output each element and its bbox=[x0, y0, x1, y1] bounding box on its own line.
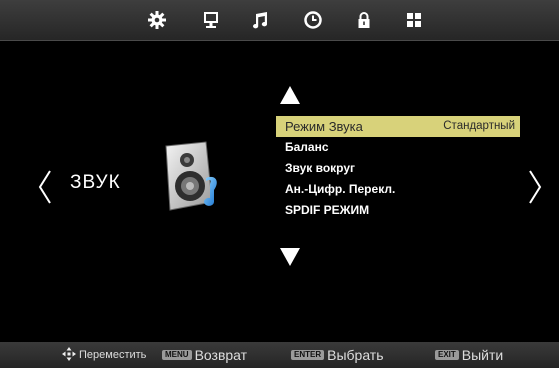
grid-icon[interactable] bbox=[404, 10, 424, 30]
menu-item-spdif-mode[interactable]: SPDIF РЕЖИМ bbox=[276, 200, 520, 221]
hint-select-label: Выбрать bbox=[327, 347, 384, 363]
sound-mode-value: Стандартный bbox=[443, 120, 515, 132]
settings-menu: Режим Звука Стандартный Баланс Звук вокр… bbox=[276, 116, 520, 221]
menu-item-label: Звук вокруг bbox=[285, 161, 356, 175]
menu-item-label: Ан.-Цифр. Перекл. bbox=[285, 182, 396, 196]
chevron-left-icon[interactable] bbox=[34, 165, 56, 209]
menu-item-surround[interactable]: Звук вокруг bbox=[276, 158, 520, 179]
menu-item-label: SPDIF РЕЖИМ bbox=[285, 203, 370, 217]
menu-key-badge: MENU bbox=[162, 350, 192, 361]
menu-item-sound-mode[interactable]: Режим Звука Стандартный bbox=[276, 116, 520, 137]
menu-item-label: Режим Звука bbox=[285, 119, 363, 134]
monitor-icon[interactable] bbox=[201, 10, 221, 30]
lock-icon[interactable] bbox=[354, 10, 374, 30]
gear-icon[interactable] bbox=[147, 10, 167, 30]
scroll-up-icon[interactable] bbox=[280, 86, 300, 104]
top-menu-bar bbox=[0, 0, 559, 41]
menu-item-label: Баланс bbox=[285, 140, 329, 154]
clock-icon[interactable] bbox=[303, 10, 323, 30]
tv-osd-screen: ЗВУК Режим Звука Стандартный Баланс Звук… bbox=[0, 0, 559, 368]
exit-key-badge: EXIT bbox=[435, 350, 459, 361]
hint-back: MENU Возврат bbox=[162, 342, 247, 368]
hint-bar: Переместить MENU Возврат ENTER Выбрать EXI… bbox=[0, 342, 559, 368]
hint-select: ENTER Выбрать bbox=[291, 342, 384, 368]
scroll-down-icon[interactable] bbox=[280, 248, 300, 266]
hint-exit-label: Выйти bbox=[461, 347, 504, 363]
menu-item-ad-switch[interactable]: Ан.-Цифр. Перекл. bbox=[276, 179, 520, 200]
menu-item-balance[interactable]: Баланс bbox=[276, 137, 520, 158]
hint-back-label: Возврат bbox=[194, 347, 248, 363]
speaker-icon bbox=[165, 141, 217, 211]
section-title: ЗВУК bbox=[70, 172, 121, 193]
chevron-right-icon[interactable] bbox=[524, 165, 546, 209]
move-arrows-icon bbox=[62, 347, 76, 362]
hint-move-label: Переместить bbox=[79, 349, 147, 361]
hint-exit: EXIT Выйти bbox=[435, 342, 503, 368]
hint-move: Переместить bbox=[62, 342, 146, 368]
enter-key-badge: ENTER bbox=[291, 350, 325, 361]
music-note-icon[interactable] bbox=[250, 10, 270, 30]
